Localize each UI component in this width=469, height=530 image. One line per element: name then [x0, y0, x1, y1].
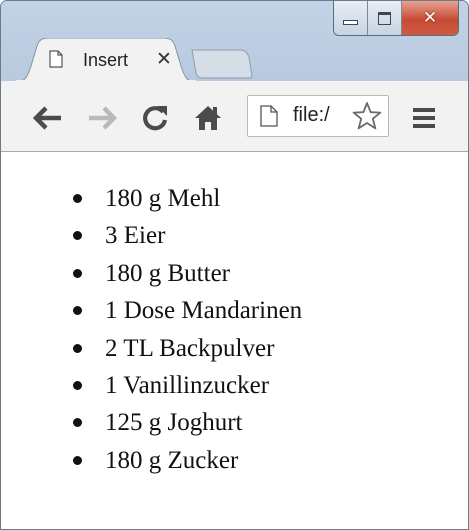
reload-icon [143, 106, 168, 131]
list-item: 1 Dose Mandarinen [65, 292, 302, 329]
home-button[interactable] [191, 101, 225, 135]
list-item-text: 180 g Mehl [105, 185, 221, 212]
list-item-text: 180 g Zucker [105, 446, 239, 474]
tab-close-icon[interactable]: ✕ [156, 48, 172, 70]
address-bar-url: file:/ [293, 104, 330, 126]
bullet-icon [73, 306, 82, 316]
bullet-icon [73, 194, 82, 203]
bullet-icon [73, 231, 82, 241]
tab-title: Insert [83, 50, 129, 70]
browser-toolbar: file:/ [1, 81, 468, 152]
list-item: 1 Vanillinzucker [65, 367, 302, 404]
page-icon [260, 105, 278, 127]
menu-button[interactable] [407, 101, 441, 135]
list-item: 180 g Zucker [65, 442, 302, 479]
forward-button[interactable] [85, 101, 119, 135]
list-item-text: 180 g Butter [105, 259, 230, 287]
bullet-icon [73, 381, 82, 391]
bookmark-star-button[interactable] [350, 100, 384, 132]
browser-window: ✕ Insert ✕ file:/ 180 g Mehl 3 Eier 180 … [0, 0, 469, 530]
title-bar: ✕ Insert ✕ [1, 1, 468, 89]
minimize-button[interactable] [334, 1, 368, 35]
list-item-text: 125 g Joghurt [105, 409, 243, 437]
reload-button[interactable] [138, 101, 172, 135]
back-arrow-icon [33, 106, 61, 130]
bullet-icon [73, 455, 82, 465]
list-item-text: 3 Eier [105, 222, 166, 250]
close-window-button[interactable]: ✕ [402, 1, 458, 35]
list-item-text: 1 Dose Mandarinen [105, 297, 303, 325]
caption-buttons: ✕ [333, 1, 459, 36]
bullet-icon [73, 343, 82, 353]
maximize-button[interactable] [368, 1, 402, 35]
ingredient-list: 180 g Mehl 3 Eier 180 g Butter 1 Dose Ma… [65, 180, 302, 479]
minimize-icon [343, 19, 358, 25]
hamburger-menu-icon [413, 108, 435, 128]
list-item-text: 2 TL Backpulver [105, 334, 275, 362]
bullet-icon [73, 268, 82, 278]
list-item: 180 g Butter [65, 255, 302, 292]
back-button[interactable] [31, 101, 65, 135]
maximize-icon [378, 11, 391, 25]
home-icon [195, 106, 221, 130]
forward-arrow-icon [89, 106, 117, 130]
star-icon [352, 102, 382, 130]
close-icon: ✕ [422, 8, 438, 28]
list-item: 125 g Joghurt [65, 404, 302, 441]
page-icon [49, 50, 63, 68]
list-item-text: 1 Vanillinzucker [105, 372, 270, 400]
new-tab-button[interactable] [190, 49, 254, 79]
bullet-icon [73, 418, 82, 428]
list-item: 3 Eier [65, 217, 302, 254]
page-content: 180 g Mehl 3 Eier 180 g Butter 1 Dose Ma… [1, 152, 468, 529]
list-item: 180 g Mehl [65, 180, 302, 217]
address-bar[interactable]: file:/ [247, 95, 389, 137]
list-item: 2 TL Backpulver [65, 330, 302, 367]
